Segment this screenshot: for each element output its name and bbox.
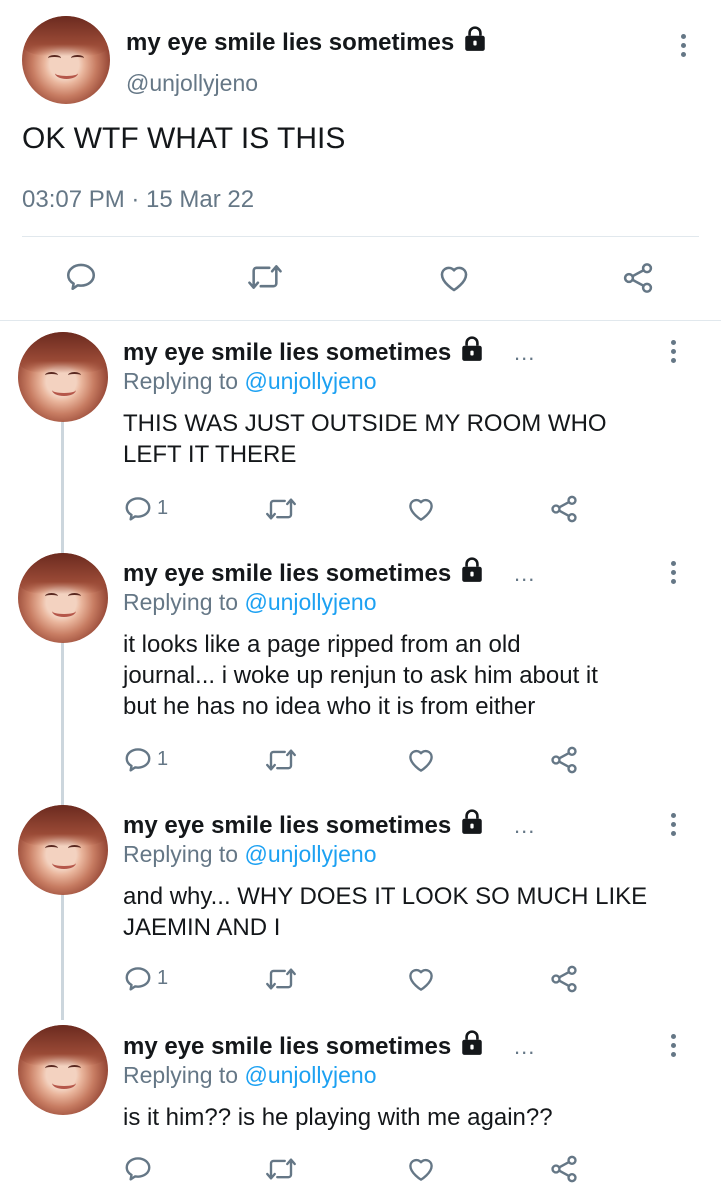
text-line: and why... WHY DOES IT LOOK SO MUCH LIKE — [123, 883, 648, 910]
more-options-icon[interactable] — [670, 813, 678, 840]
reply-text: is it him?? is he playing with me again?… — [123, 1102, 553, 1133]
display-name-text: my eye smile lies sometimes — [123, 339, 452, 366]
divider — [0, 320, 721, 321]
lock-icon — [462, 1030, 482, 1055]
more-options-icon[interactable] — [670, 340, 678, 367]
display-name-text: my eye smile lies sometimes — [123, 560, 452, 587]
reply-icon[interactable] — [123, 964, 153, 994]
text-line: journal... i woke up renjun to ask him a… — [123, 662, 598, 689]
share-icon[interactable] — [548, 963, 580, 995]
text-line: but he has no idea who it is from either — [123, 693, 536, 720]
text-line: it looks like a page ripped from an old — [123, 631, 521, 658]
avatar[interactable] — [18, 1025, 108, 1115]
retweet-icon[interactable] — [264, 494, 298, 524]
truncation-ellipsis: ... — [514, 813, 536, 838]
divider — [22, 236, 699, 237]
display-name[interactable]: my eye smile lies sometimes — [123, 557, 485, 588]
replying-to-label: Replying to — [123, 1062, 239, 1088]
tweet-text: OK WTF WHAT IS THIS — [22, 122, 346, 155]
replying-to-handle[interactable]: @unjollyjeno — [244, 841, 376, 867]
like-icon[interactable] — [405, 1154, 437, 1184]
reply-count: 1 — [157, 967, 169, 989]
avatar[interactable] — [18, 805, 108, 895]
replying-to-handle[interactable]: @unjollyjeno — [244, 1062, 376, 1088]
lock-icon — [462, 336, 482, 361]
display-name-text: my eye smile lies sometimes — [123, 1033, 452, 1060]
truncation-ellipsis: ... — [514, 561, 536, 586]
reply-icon[interactable] — [64, 260, 98, 294]
reply-count: 1 — [157, 748, 169, 770]
display-name-text: my eye smile lies sometimes — [126, 29, 455, 56]
retweet-icon[interactable] — [264, 1154, 298, 1184]
replying-to: Replying to @unjollyjeno — [123, 1062, 377, 1089]
avatar[interactable] — [18, 553, 108, 643]
like-icon[interactable] — [436, 261, 472, 295]
replying-to-label: Replying to — [123, 589, 239, 615]
reply-icon[interactable] — [123, 1154, 153, 1184]
thread-line — [61, 420, 64, 1020]
replying-to-label: Replying to — [123, 368, 239, 394]
like-icon[interactable] — [405, 494, 437, 524]
lock-icon — [462, 557, 482, 582]
replying-to: Replying to @unjollyjeno — [123, 841, 377, 868]
retweet-icon[interactable] — [246, 260, 284, 294]
reply-count: 1 — [157, 497, 169, 519]
reply-icon[interactable] — [123, 494, 153, 524]
display-name[interactable]: my eye smile lies sometimes — [123, 336, 485, 367]
text-line: is it him?? is he playing with me again?… — [123, 1104, 553, 1131]
truncation-ellipsis: ... — [514, 340, 536, 365]
tweet-timestamp[interactable]: 03:07 PM · 15 Mar 22 — [22, 186, 254, 214]
reply-text: THIS WAS JUST OUTSIDE MY ROOM WHO LEFT I… — [123, 408, 607, 470]
retweet-icon[interactable] — [264, 964, 298, 994]
avatar[interactable] — [22, 16, 110, 104]
reply-text: it looks like a page ripped from an old … — [123, 629, 598, 722]
text-line: JAEMIN AND I — [123, 914, 281, 941]
replying-to: Replying to @unjollyjeno — [123, 368, 377, 395]
like-icon[interactable] — [405, 964, 437, 994]
share-icon[interactable] — [548, 493, 580, 525]
lock-icon — [462, 809, 482, 834]
text-line: LEFT IT THERE — [123, 441, 297, 468]
display-name[interactable]: my eye smile lies sometimes — [126, 26, 488, 57]
share-icon[interactable] — [620, 260, 656, 296]
reply-icon[interactable] — [123, 745, 153, 775]
display-name[interactable]: my eye smile lies sometimes — [123, 809, 485, 840]
like-icon[interactable] — [405, 745, 437, 775]
more-options-icon[interactable] — [670, 561, 678, 588]
more-options-icon[interactable] — [680, 34, 688, 61]
share-icon[interactable] — [548, 1153, 580, 1185]
reply-text: and why... WHY DOES IT LOOK SO MUCH LIKE… — [123, 881, 647, 943]
avatar[interactable] — [18, 332, 108, 422]
replying-to-handle[interactable]: @unjollyjeno — [244, 368, 376, 394]
display-name[interactable]: my eye smile lies sometimes — [123, 1030, 485, 1061]
user-handle[interactable]: @unjollyjeno — [126, 70, 258, 97]
truncation-ellipsis: ... — [514, 1034, 536, 1059]
more-options-icon[interactable] — [670, 1034, 678, 1061]
replying-to: Replying to @unjollyjeno — [123, 589, 377, 616]
text-line: THIS WAS JUST OUTSIDE MY ROOM WHO — [123, 410, 607, 437]
replying-to-label: Replying to — [123, 841, 239, 867]
lock-icon — [465, 26, 485, 51]
retweet-icon[interactable] — [264, 745, 298, 775]
display-name-text: my eye smile lies sometimes — [123, 812, 452, 839]
replying-to-handle[interactable]: @unjollyjeno — [244, 589, 376, 615]
share-icon[interactable] — [548, 744, 580, 776]
